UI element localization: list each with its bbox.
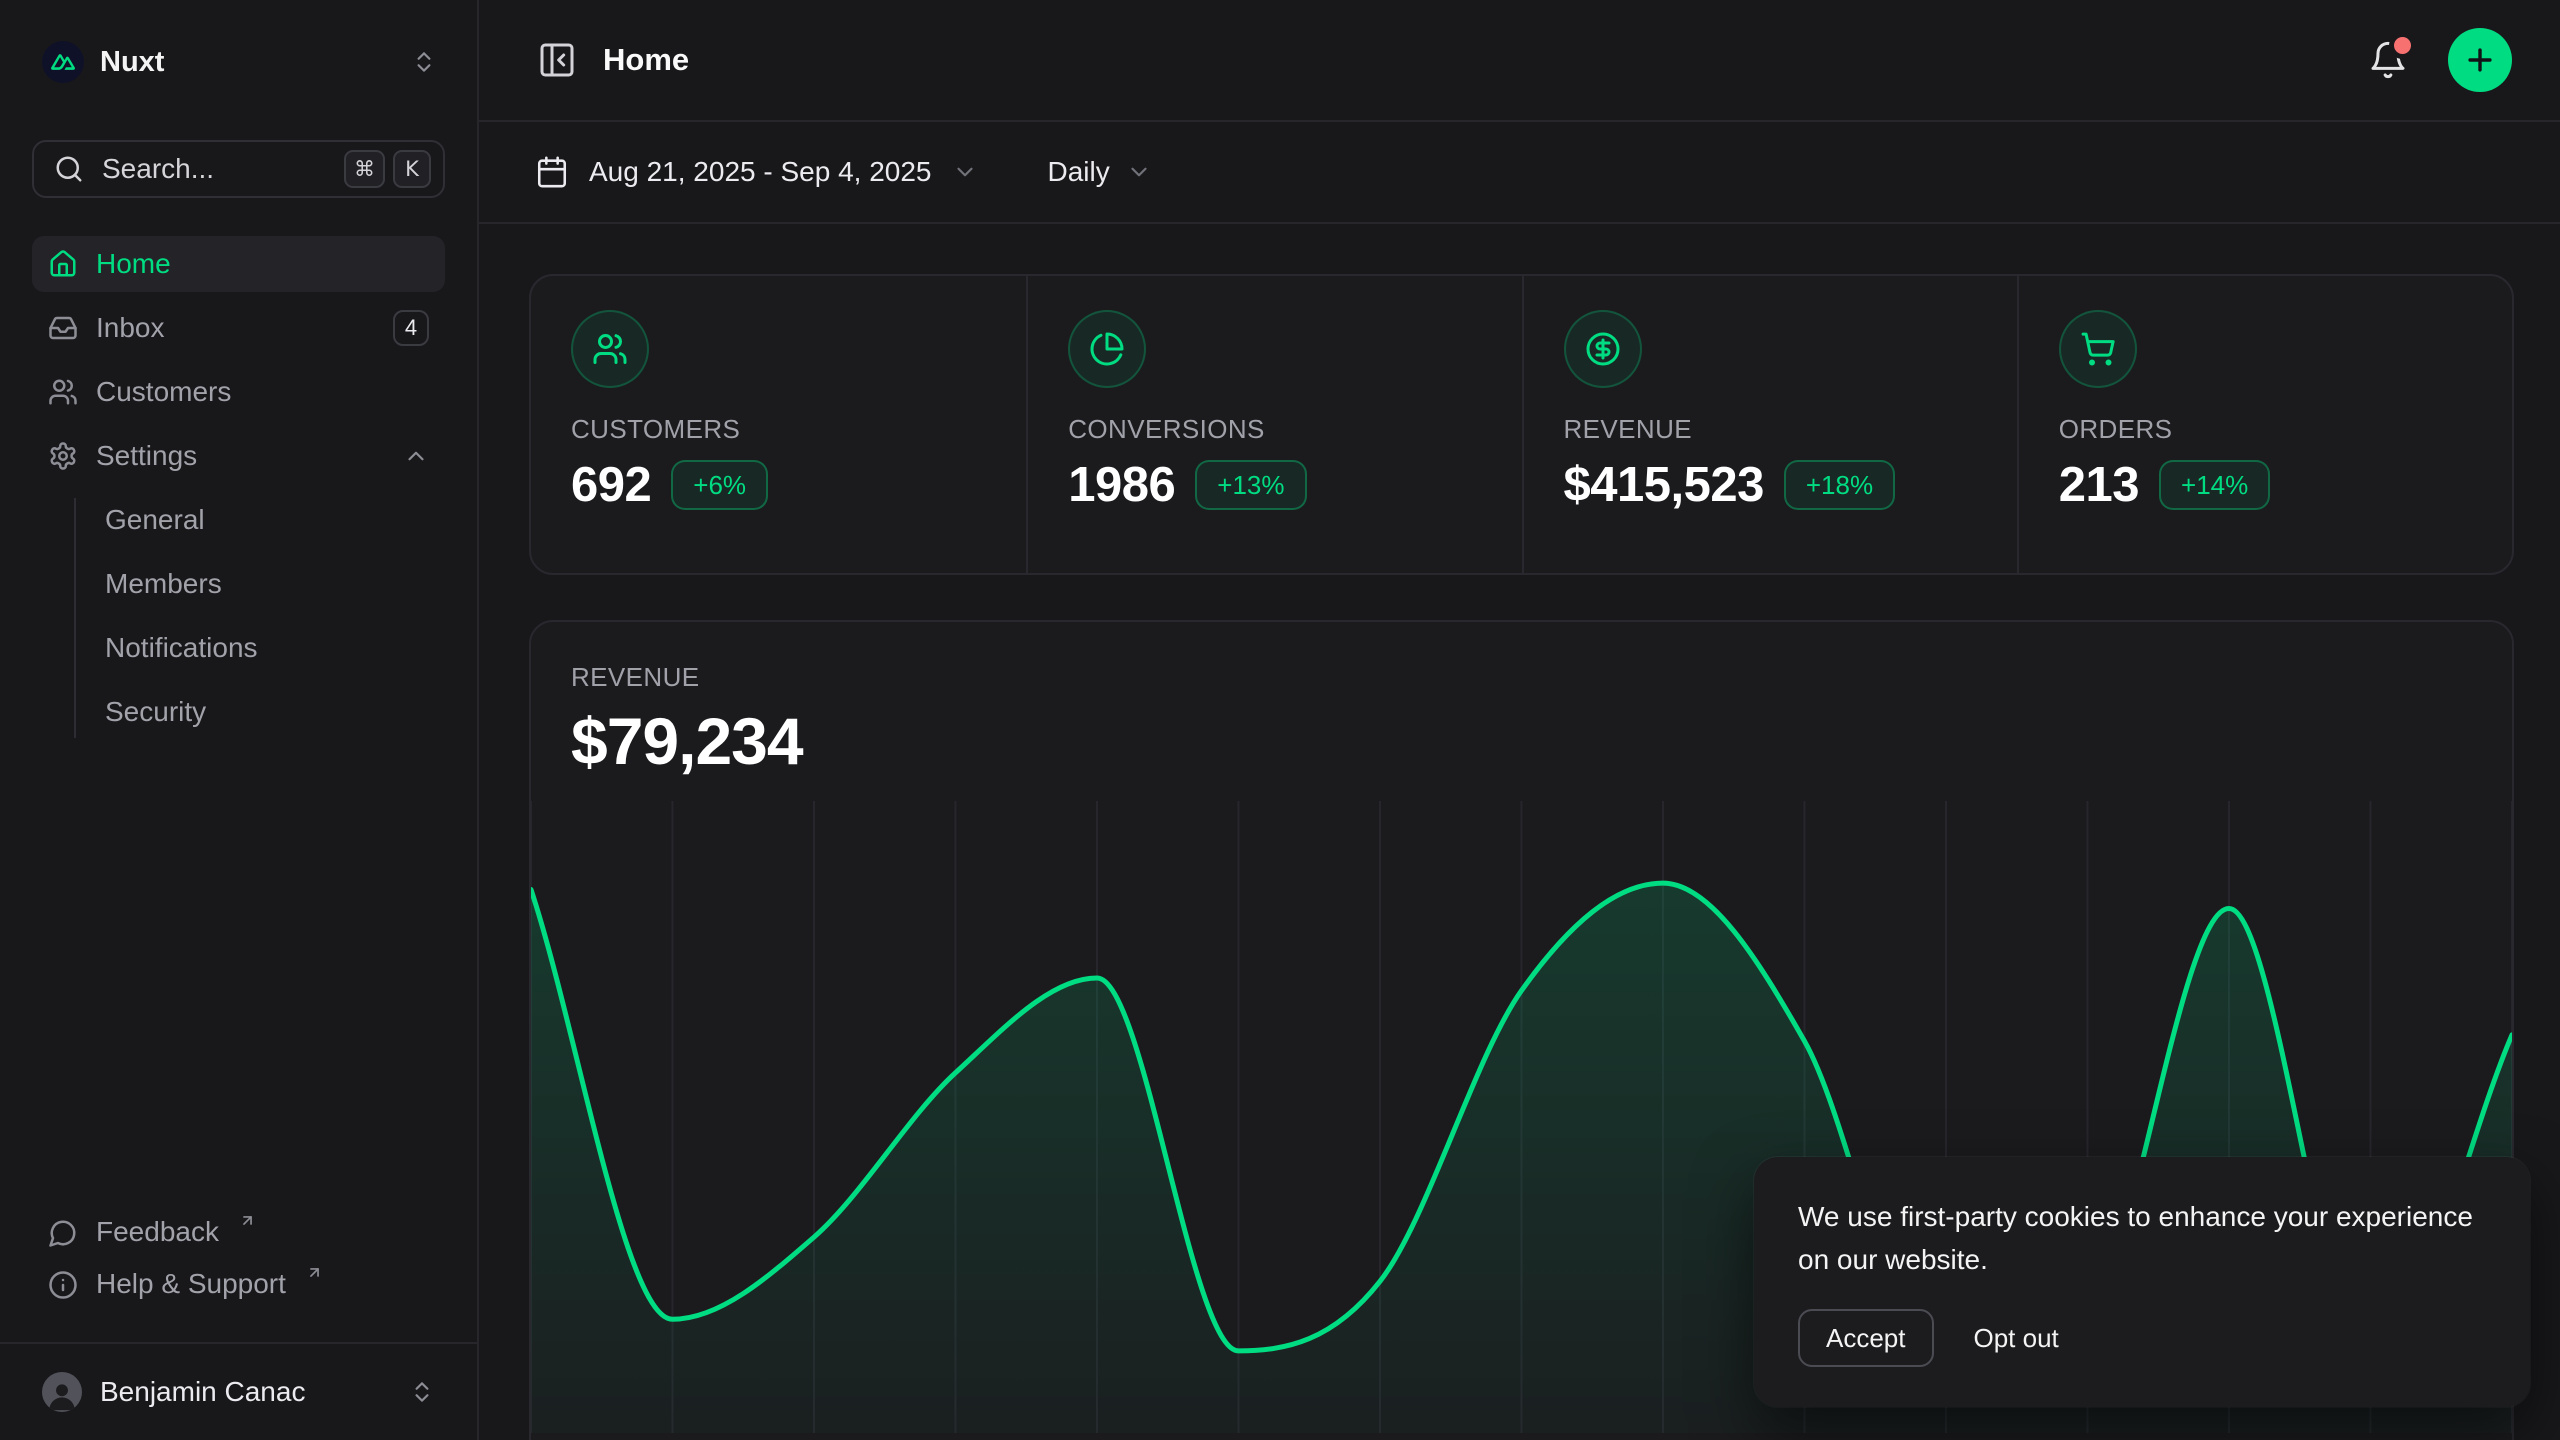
stat-value: 213: [2059, 457, 2139, 513]
inbox-count-badge: 4: [393, 310, 429, 346]
chevron-down-icon: [952, 159, 978, 185]
stat-value: 1986: [1068, 457, 1175, 513]
chart-pie-icon: [1068, 310, 1146, 388]
message-circle-icon: [48, 1218, 78, 1248]
workspace-switcher[interactable]: Nuxt: [32, 34, 445, 90]
sidebar-item-customers[interactable]: Customers: [32, 364, 445, 420]
chevron-up-icon: [403, 443, 429, 469]
gear-icon: [48, 441, 78, 471]
revenue-total: $79,234: [571, 703, 2472, 779]
users-icon: [571, 310, 649, 388]
sidebar-item-security[interactable]: Security: [32, 684, 445, 740]
user-menu[interactable]: Benjamin Canac: [32, 1372, 445, 1412]
stat-card-orders: ORDERS 213 +14%: [2017, 276, 2512, 573]
revenue-label: REVENUE: [571, 662, 2472, 693]
search-placeholder: Search...: [102, 153, 326, 185]
search-icon: [54, 154, 84, 184]
sidebar-collapse-button[interactable]: [537, 40, 577, 80]
sidebar: Nuxt Search... ⌘ K Home Inbox 4: [0, 0, 479, 1440]
page-title: Home: [603, 42, 689, 78]
notifications-button[interactable]: [2368, 40, 2408, 80]
header-actions: [2368, 28, 2512, 92]
feedback-link[interactable]: Feedback: [32, 1206, 445, 1258]
sidebar-item-general[interactable]: General: [32, 492, 445, 548]
settings-submenu: General Members Notifications Security: [32, 492, 445, 748]
plus-icon: [2463, 43, 2497, 77]
date-range-picker[interactable]: Aug 21, 2025 - Sep 4, 2025: [535, 155, 978, 189]
search-shortcut: ⌘ K: [344, 150, 431, 188]
users-icon: [48, 377, 78, 407]
chevrons-up-down-icon: [411, 49, 437, 75]
sidebar-item-home[interactable]: Home: [32, 236, 445, 292]
dashboard-content: CUSTOMERS 692 +6% CONVERSIONS 1986 +13%: [479, 224, 2560, 1440]
arrow-up-right-icon: [306, 1264, 323, 1281]
stat-delta-badge: +18%: [1784, 460, 1895, 510]
granularity-select[interactable]: Daily: [1048, 156, 1152, 188]
sidebar-item-inbox[interactable]: Inbox 4: [32, 300, 445, 356]
stat-card-revenue: REVENUE $415,523 +18%: [1522, 276, 2017, 573]
stat-delta-badge: +14%: [2159, 460, 2270, 510]
stat-value: $415,523: [1564, 457, 1764, 513]
page-header: Home: [479, 0, 2560, 122]
stat-label: CONVERSIONS: [1068, 414, 1481, 445]
stat-delta-badge: +6%: [671, 460, 768, 510]
sidebar-footer: Feedback Help & Support: [32, 1206, 445, 1328]
main-area: Home Aug 21, 2025 - Sep 4, 2025 Daily: [479, 0, 2560, 1440]
sidebar-nav: Home Inbox 4 Customers Settings General …: [32, 236, 445, 756]
user-name: Benjamin Canac: [100, 1376, 305, 1408]
home-icon: [48, 249, 78, 279]
avatar: [42, 1372, 82, 1412]
stat-card-customers: CUSTOMERS 692 +6%: [531, 276, 1026, 573]
circle-dollar-icon: [1564, 310, 1642, 388]
sidebar-item-members[interactable]: Members: [32, 556, 445, 612]
sidebar-item-notifications[interactable]: Notifications: [32, 620, 445, 676]
stat-value: 692: [571, 457, 651, 513]
panel-left-close-icon: [537, 40, 577, 80]
filters-toolbar: Aug 21, 2025 - Sep 4, 2025 Daily: [479, 122, 2560, 224]
user-section: Benjamin Canac: [0, 1342, 477, 1440]
cookie-message: We use first-party cookies to enhance yo…: [1798, 1195, 2486, 1281]
stats-row: CUSTOMERS 692 +6% CONVERSIONS 1986 +13%: [529, 274, 2514, 575]
accept-button[interactable]: Accept: [1798, 1309, 1934, 1367]
date-range-value: Aug 21, 2025 - Sep 4, 2025: [589, 156, 932, 188]
workspace-name: Nuxt: [100, 46, 164, 79]
stat-delta-badge: +13%: [1195, 460, 1306, 510]
calendar-icon: [535, 155, 569, 189]
arrow-up-right-icon: [239, 1212, 256, 1229]
help-support-link[interactable]: Help & Support: [32, 1258, 445, 1310]
sidebar-item-settings[interactable]: Settings: [32, 428, 445, 484]
app-root: Nuxt Search... ⌘ K Home Inbox 4: [0, 0, 2560, 1440]
stat-card-conversions: CONVERSIONS 1986 +13%: [1026, 276, 1521, 573]
kbd-cmd: ⌘: [344, 150, 385, 188]
inbox-icon: [48, 313, 78, 343]
opt-out-button[interactable]: Opt out: [1948, 1309, 2085, 1367]
kbd-k: K: [393, 150, 431, 188]
granularity-value: Daily: [1048, 156, 1110, 188]
shopping-cart-icon: [2059, 310, 2137, 388]
add-button[interactable]: [2448, 28, 2512, 92]
nuxt-logo-icon: [42, 41, 84, 83]
notification-dot: [2394, 37, 2411, 54]
search-input[interactable]: Search... ⌘ K: [32, 140, 445, 198]
stat-label: CUSTOMERS: [571, 414, 986, 445]
stat-label: REVENUE: [1564, 414, 1977, 445]
chevrons-up-down-icon: [409, 1379, 435, 1405]
cookie-banner: We use first-party cookies to enhance yo…: [1754, 1157, 2530, 1407]
info-circle-icon: [48, 1270, 78, 1300]
chevron-down-icon: [1126, 159, 1152, 185]
stat-label: ORDERS: [2059, 414, 2472, 445]
